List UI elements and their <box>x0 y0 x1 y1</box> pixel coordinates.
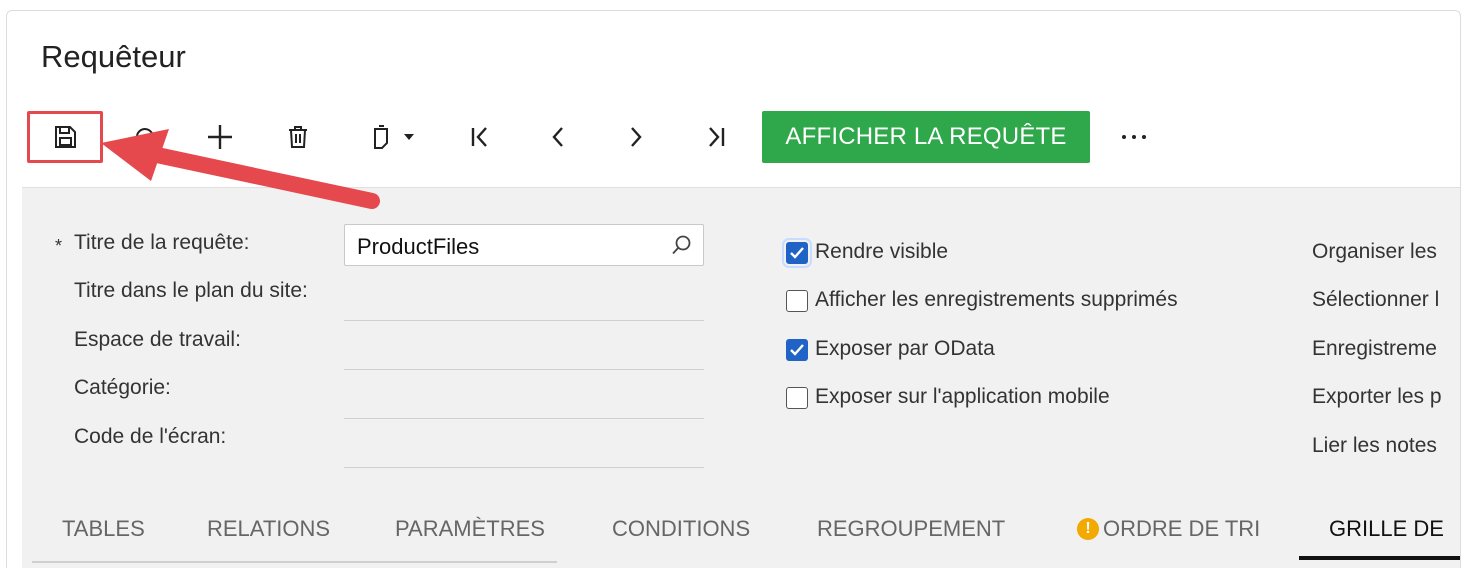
side-link-organize[interactable]: Organiser les <box>1312 240 1437 264</box>
checkbox-show-deleted[interactable] <box>786 290 808 312</box>
more-options-button[interactable] <box>1111 119 1157 155</box>
last-record-button[interactable] <box>691 111 741 163</box>
show-query-button[interactable]: AFFICHER LA REQUÊTE <box>762 111 1090 163</box>
previous-record-button[interactable] <box>533 111 583 163</box>
required-marker: * <box>55 236 63 256</box>
tab-sort-order[interactable]: ! ORDRE DE TRI <box>1077 516 1260 542</box>
first-record-icon <box>471 127 487 147</box>
first-record-button[interactable] <box>455 111 505 163</box>
label-workspace: Espace de travail: <box>74 328 241 351</box>
label-sitemap-title: Titre dans le plan du site: <box>74 279 308 302</box>
save-button[interactable] <box>27 111 103 163</box>
checkbox-label-make-visible: Rendre visible <box>815 240 949 263</box>
last-record-icon <box>709 127 725 147</box>
tab-sort-order-label: ORDRE DE TRI <box>1103 516 1261 541</box>
form-panel: * Titre de la requête: Titre dans le pla… <box>22 187 1460 568</box>
label-category: Catégorie: <box>74 376 171 399</box>
more-options-icon <box>1122 135 1126 139</box>
warning-icon: ! <box>1077 518 1099 540</box>
tab-divider <box>32 561 557 563</box>
checkbox-label-expose-odata: Exposer par OData <box>815 337 995 360</box>
category-field[interactable] <box>344 418 704 419</box>
tab-relations[interactable]: RELATIONS <box>207 516 330 542</box>
page-title: Requêteur <box>41 39 186 74</box>
search-icon[interactable] <box>671 234 693 256</box>
caret-down-icon <box>404 134 414 140</box>
workspace-field[interactable] <box>344 369 704 370</box>
tab-results-grid[interactable]: GRILLE DE <box>1329 516 1444 542</box>
active-tab-indicator <box>1299 556 1460 560</box>
label-query-title: Titre de la requête: <box>74 231 250 254</box>
annotation-arrow <box>101 129 380 209</box>
query-title-value: ProductFiles <box>357 234 480 259</box>
side-link-notes[interactable]: Lier les notes <box>1312 434 1437 458</box>
tab-parameters[interactable]: PARAMÈTRES <box>395 516 545 542</box>
checkbox-label-show-deleted: Afficher les enregistrements supprimés <box>815 288 1178 311</box>
side-link-export[interactable]: Exporter les p <box>1312 385 1442 409</box>
checkmark-icon <box>790 247 804 259</box>
query-title-input[interactable]: ProductFiles <box>344 224 704 266</box>
next-record-icon <box>631 127 642 147</box>
floppy-disk-icon <box>55 126 76 148</box>
side-link-save[interactable]: Enregistreme <box>1312 337 1437 361</box>
tab-tables[interactable]: TABLES <box>62 516 145 542</box>
tab-grouping[interactable]: REGROUPEMENT <box>817 516 1005 542</box>
checkmark-icon <box>790 344 804 356</box>
screen-code-field[interactable] <box>344 467 704 468</box>
checkbox-label-expose-mobile: Exposer sur l'application mobile <box>815 385 1110 408</box>
checkbox-make-visible[interactable] <box>782 238 812 268</box>
checkbox-expose-mobile[interactable] <box>786 387 808 409</box>
side-link-select[interactable]: Sélectionner l <box>1312 288 1439 312</box>
tab-conditions[interactable]: CONDITIONS <box>612 516 750 542</box>
previous-record-icon <box>552 127 563 147</box>
sitemap-title-field[interactable] <box>344 320 704 321</box>
checkbox-expose-odata[interactable] <box>786 339 808 361</box>
label-screen-code: Code de l'écran: <box>74 425 227 448</box>
main-card: Requêteur AFFICHER LA REQUÊTE * Titre de… <box>6 10 1461 568</box>
next-record-button[interactable] <box>611 111 661 163</box>
